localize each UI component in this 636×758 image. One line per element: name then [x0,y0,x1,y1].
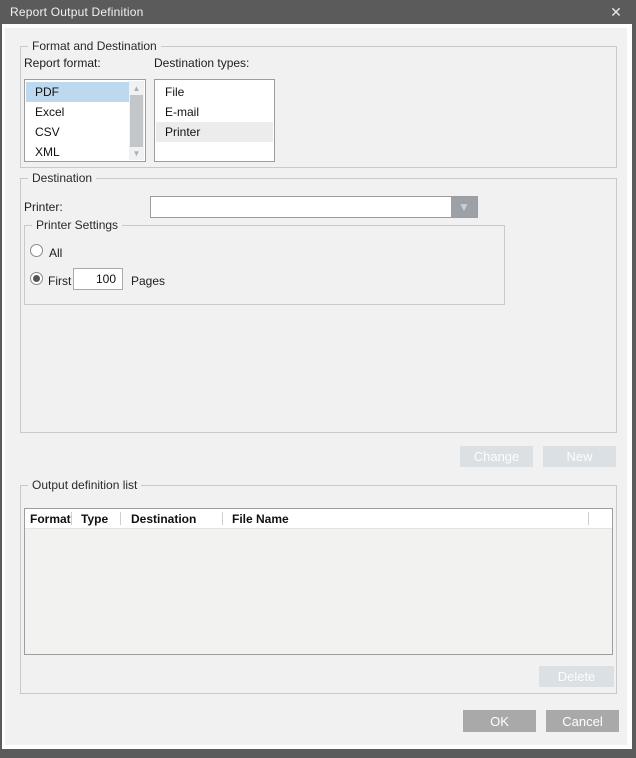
list-item-csv[interactable]: CSV [26,122,130,142]
column-header-format[interactable]: Format [25,509,72,528]
scrollbar-track[interactable] [129,95,144,146]
column-header-spacer [589,509,612,528]
destination-types-label: Destination types: [154,56,249,70]
group-label: Format and Destination [28,39,161,53]
ok-button[interactable]: OK [463,710,536,732]
group-label: Printer Settings [32,218,122,232]
window-border-left [0,24,2,758]
title-bar: Report Output Definition ✕ [0,0,636,24]
list-item-xml[interactable]: XML [26,142,130,162]
window-border-right [632,24,636,758]
radio-all-label: All [49,246,62,260]
report-format-listbox: PDF Excel CSV XML ▲ ▼ [24,79,146,162]
scroll-up-icon[interactable]: ▲ [129,81,144,95]
table-header-row: Format Type Destination File Name [25,509,612,529]
table-body-empty [25,529,612,654]
new-button[interactable]: New [543,446,616,467]
report-format-label: Report format: [24,56,101,70]
output-definition-table: Format Type Destination File Name [24,508,613,655]
scroll-down-icon[interactable]: ▼ [129,146,144,160]
vertical-scrollbar[interactable]: ▲ ▼ [129,81,144,160]
radio-first-label: First [48,274,71,288]
report-output-definition-dialog: Report Output Definition ✕ Format and De… [0,0,636,758]
column-header-destination[interactable]: Destination [121,509,223,528]
cancel-button[interactable]: Cancel [546,710,619,732]
printer-combobox-value [155,197,447,217]
delete-button[interactable]: Delete [539,666,614,687]
list-item-printer[interactable]: Printer [156,122,273,142]
column-header-file-name[interactable]: File Name [223,509,589,528]
group-label: Destination [28,171,96,185]
window-border-bottom [0,749,636,758]
dropdown-arrow-icon[interactable]: ▼ [451,197,477,217]
group-label: Output definition list [28,478,141,492]
destination-types-listbox: File E-mail Printer [154,79,275,162]
pages-label: Pages [131,274,165,288]
close-icon[interactable]: ✕ [604,0,628,24]
first-pages-input[interactable] [73,268,123,290]
group-printer-settings: Printer Settings [24,225,505,305]
scrollbar-thumb[interactable] [130,95,143,147]
change-button[interactable]: Change [460,446,533,467]
window-title: Report Output Definition [10,5,144,19]
printer-label: Printer: [24,200,63,214]
list-item-excel[interactable]: Excel [26,102,130,122]
radio-all[interactable] [30,244,43,257]
list-item-email[interactable]: E-mail [156,102,273,122]
list-item-file[interactable]: File [156,82,273,102]
radio-first[interactable] [30,272,43,285]
printer-combobox[interactable]: ▼ [150,196,478,218]
list-item-pdf[interactable]: PDF [26,82,130,102]
column-header-type[interactable]: Type [72,509,121,528]
